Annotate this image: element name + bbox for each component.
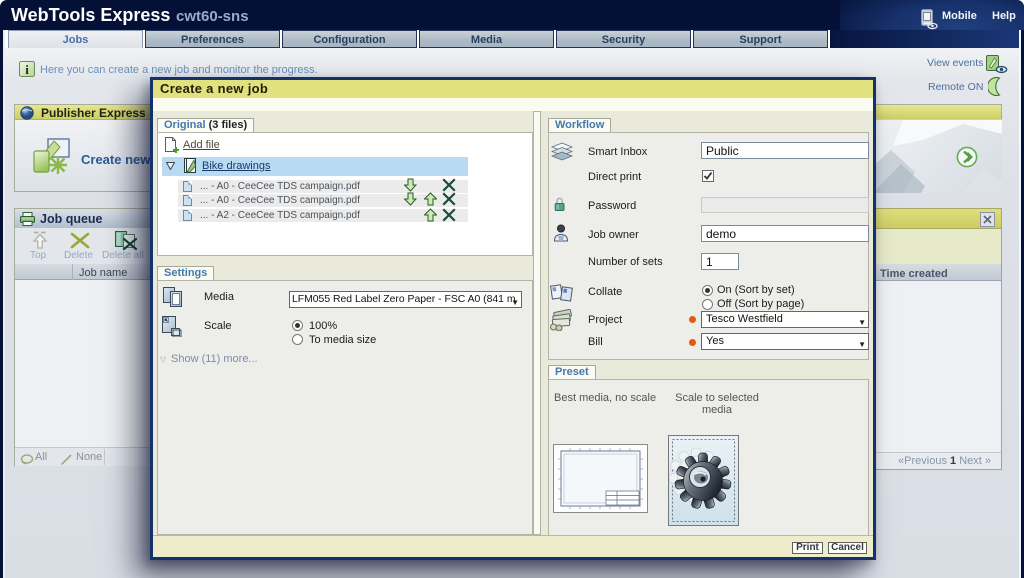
svg-text:i: i [25,62,29,77]
